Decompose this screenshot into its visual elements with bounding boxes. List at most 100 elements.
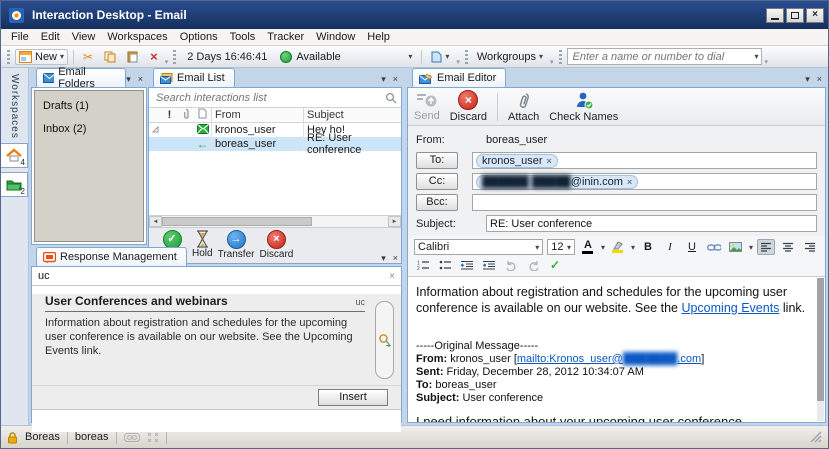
- highlight-button[interactable]: [609, 239, 627, 255]
- tab-email-folders[interactable]: Email Folders: [36, 68, 126, 87]
- panel-menu-icon[interactable]: ▾: [805, 75, 810, 84]
- resize-grip[interactable]: [810, 431, 822, 443]
- bold-button[interactable]: B: [639, 239, 657, 255]
- folder-inbox[interactable]: Inbox (2): [43, 123, 135, 135]
- toolbar-grip[interactable]: [559, 50, 562, 64]
- panel-close-icon[interactable]: ×: [393, 254, 398, 263]
- column-attachment[interactable]: [177, 108, 194, 122]
- align-center-button[interactable]: [779, 239, 797, 255]
- toolbar-grip[interactable]: [173, 50, 176, 64]
- expand-arrows-icon[interactable]: [147, 432, 159, 443]
- interactions-search-input[interactable]: [156, 92, 385, 104]
- decrease-indent-button[interactable]: [458, 257, 476, 273]
- email-list-hscrollbar[interactable]: ◄ ►: [149, 215, 401, 227]
- toolbar-grip[interactable]: [465, 50, 468, 64]
- menu-window[interactable]: Window: [310, 30, 361, 44]
- subject-input[interactable]: [490, 218, 813, 230]
- insert-image-button[interactable]: [727, 239, 745, 255]
- send-button[interactable]: Send: [414, 91, 440, 122]
- rail-tab-email[interactable]: 2: [1, 172, 28, 197]
- menu-tools[interactable]: Tools: [224, 30, 262, 44]
- align-left-button[interactable]: [757, 239, 775, 255]
- clear-search-icon[interactable]: ×: [389, 271, 395, 282]
- chip-remove-icon[interactable]: ×: [547, 156, 552, 166]
- document-tool-button[interactable]: ▾: [427, 49, 453, 65]
- cut-button[interactable]: ✂: [79, 49, 97, 65]
- highlight-dropdown-icon[interactable]: ▾: [631, 243, 635, 252]
- font-color-dropdown-icon[interactable]: ▾: [601, 243, 605, 252]
- cc-chip[interactable]: ██████ █████@inin.com ×: [476, 175, 638, 189]
- expander-icon[interactable]: [152, 126, 159, 133]
- menu-help[interactable]: Help: [361, 30, 396, 44]
- menu-workspaces[interactable]: Workspaces: [101, 30, 173, 44]
- toolbar-overflow-icon[interactable]: ▾: [456, 58, 460, 67]
- email-row-2[interactable]: ← boreas_user RE: User conference: [149, 137, 401, 151]
- attach-button[interactable]: Attach: [508, 91, 539, 123]
- cc-field[interactable]: ██████ █████@inin.com ×: [472, 173, 817, 190]
- email-body-vscrollbar[interactable]: [817, 278, 824, 421]
- bcc-field[interactable]: [472, 194, 817, 211]
- toolbar-overflow-icon[interactable]: ▾: [765, 58, 769, 67]
- recipient-chip[interactable]: kronos_user ×: [476, 154, 558, 168]
- hyperlink-button[interactable]: [705, 239, 723, 255]
- to-button[interactable]: To:: [416, 152, 458, 169]
- delete-button[interactable]: ×: [146, 48, 162, 65]
- response-result-card[interactable]: User Conferences and webinars uc Informa…: [45, 294, 365, 358]
- panel-menu-icon[interactable]: ▾: [381, 75, 386, 84]
- font-family-select[interactable]: Calibri ▾: [414, 239, 543, 255]
- check-names-button[interactable]: Check Names: [549, 91, 618, 123]
- minimize-button[interactable]: [766, 8, 784, 23]
- mailto-link[interactable]: mailto:Kronos_user@███████.com: [517, 353, 701, 365]
- paste-button[interactable]: [123, 49, 143, 65]
- camera-icon[interactable]: [124, 432, 140, 443]
- panel-close-icon[interactable]: ×: [138, 75, 143, 84]
- bullet-list-button[interactable]: [436, 257, 454, 273]
- folder-drafts[interactable]: Drafts (1): [43, 100, 135, 112]
- insert-button[interactable]: Insert: [318, 389, 388, 406]
- dial-input[interactable]: [573, 51, 755, 63]
- column-type[interactable]: [194, 108, 211, 122]
- chip-remove-icon[interactable]: ×: [627, 177, 632, 187]
- increase-indent-button[interactable]: [480, 257, 498, 273]
- scroll-thumb[interactable]: [162, 217, 312, 226]
- workgroups-dropdown[interactable]: Workgroups ▾: [473, 49, 547, 65]
- image-dropdown-icon[interactable]: ▾: [749, 243, 753, 252]
- menu-view[interactable]: View: [66, 30, 102, 44]
- spell-check-button[interactable]: ✓: [546, 257, 564, 273]
- copy-button[interactable]: [100, 49, 120, 65]
- response-preview-button[interactable]: [375, 301, 394, 379]
- tab-response-management[interactable]: Response Management: [36, 247, 187, 266]
- my-status-select[interactable]: Available ▾: [276, 49, 416, 65]
- menu-edit[interactable]: Edit: [35, 30, 66, 44]
- numbered-list-button[interactable]: 12: [414, 257, 432, 273]
- discard-email-button[interactable]: × Discard: [450, 90, 487, 123]
- column-urgent[interactable]: !: [162, 109, 177, 121]
- redo-button[interactable]: [524, 257, 542, 273]
- toolbar-overflow-icon[interactable]: ▾: [550, 58, 554, 67]
- tab-email-editor[interactable]: Email Editor: [412, 68, 506, 87]
- panel-close-icon[interactable]: ×: [393, 75, 398, 84]
- scroll-thumb[interactable]: [817, 278, 824, 401]
- scroll-left-icon[interactable]: ◄: [149, 216, 162, 227]
- scroll-right-icon[interactable]: ►: [388, 216, 401, 227]
- status-station[interactable]: boreas: [75, 431, 109, 443]
- underline-button[interactable]: U: [683, 239, 701, 255]
- upcoming-events-link[interactable]: Upcoming Events: [681, 301, 779, 315]
- menu-options[interactable]: Options: [174, 30, 224, 44]
- menu-tracker[interactable]: Tracker: [261, 30, 310, 44]
- maximize-button[interactable]: [786, 8, 804, 23]
- column-from[interactable]: From: [211, 108, 303, 122]
- italic-button[interactable]: I: [661, 239, 679, 255]
- tab-email-list[interactable]: Email List: [153, 68, 235, 87]
- column-subject[interactable]: Subject: [303, 108, 401, 122]
- rail-tab-home[interactable]: 4: [1, 143, 28, 168]
- toolbar-overflow-icon[interactable]: ▾: [165, 58, 169, 67]
- panel-menu-icon[interactable]: ▾: [381, 254, 386, 263]
- close-button[interactable]: ×: [806, 8, 824, 23]
- cc-button[interactable]: Cc:: [416, 173, 458, 190]
- panel-close-icon[interactable]: ×: [817, 75, 822, 84]
- align-right-button[interactable]: [801, 239, 819, 255]
- new-button[interactable]: New ▾: [15, 49, 68, 65]
- undo-button[interactable]: [502, 257, 520, 273]
- menu-file[interactable]: File: [5, 30, 35, 44]
